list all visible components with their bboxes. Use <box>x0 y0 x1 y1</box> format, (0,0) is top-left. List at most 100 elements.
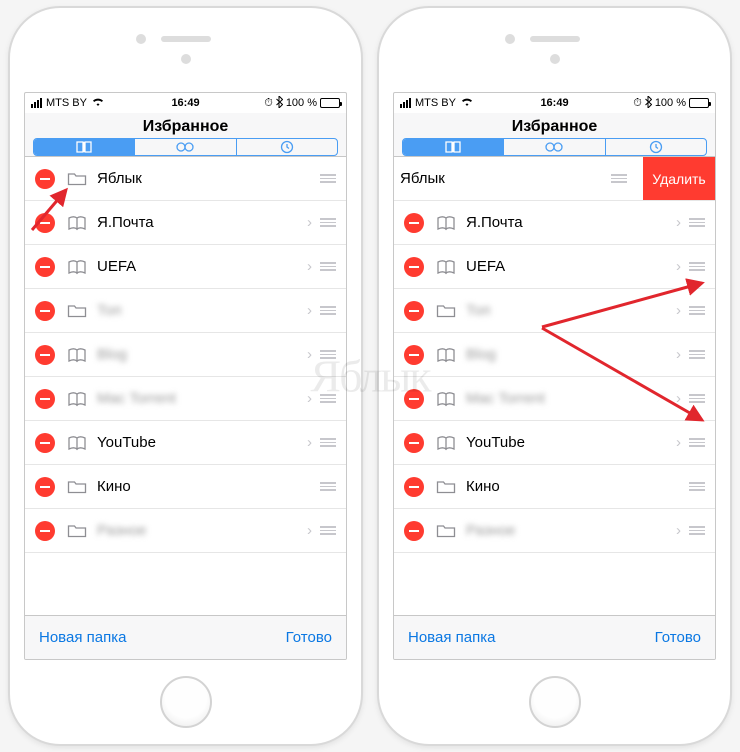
chevron-right-icon: › <box>307 302 312 319</box>
bookmark-row[interactable]: Кино <box>25 465 346 509</box>
reorder-grip-icon[interactable] <box>320 306 336 315</box>
new-folder-button[interactable]: Новая папка <box>408 629 495 646</box>
bookmark-row[interactable]: Топ› <box>394 289 715 333</box>
reorder-grip-icon[interactable] <box>689 394 705 403</box>
reorder-grip-icon[interactable] <box>689 438 705 447</box>
screen-right: MTS BY 16:49 ⏱ 100 % Избранное <box>393 92 716 660</box>
reorder-grip-icon[interactable] <box>320 526 336 535</box>
carrier-label: MTS BY <box>415 97 456 109</box>
new-folder-button[interactable]: Новая папка <box>39 629 126 646</box>
bookmark-row[interactable]: Я.Почта› <box>25 201 346 245</box>
battery-icon <box>689 98 709 108</box>
chevron-right-icon: › <box>307 214 312 231</box>
reorder-grip-icon[interactable] <box>320 174 336 183</box>
bookmark-row[interactable]: Blog› <box>394 333 715 377</box>
delete-toggle-icon[interactable] <box>35 345 55 365</box>
signal-icon <box>31 98 42 108</box>
delete-toggle-icon[interactable] <box>404 213 424 233</box>
reorder-grip-icon[interactable] <box>320 218 336 227</box>
phone-bezel-top <box>10 8 361 92</box>
nav-header: Избранное <box>394 113 715 157</box>
reorder-grip-icon[interactable] <box>689 350 705 359</box>
page-title: Избранное <box>143 118 229 136</box>
delete-toggle-icon[interactable] <box>404 389 424 409</box>
folder-icon <box>436 523 456 539</box>
delete-toggle-icon[interactable] <box>35 213 55 233</box>
battery-pct: 100 % <box>655 97 686 109</box>
bookmark-label: Топ <box>466 302 676 319</box>
bookmark-label: Яблык <box>97 170 320 187</box>
bookmark-row[interactable]: Blog› <box>25 333 346 377</box>
delete-toggle-icon[interactable] <box>35 521 55 541</box>
bookmark-row[interactable]: Яблык <box>25 157 346 201</box>
done-button[interactable]: Готово <box>286 629 332 646</box>
delete-toggle-icon[interactable] <box>35 433 55 453</box>
reorder-grip-icon[interactable] <box>689 526 705 535</box>
delete-toggle-icon[interactable] <box>35 257 55 277</box>
reorder-grip-icon[interactable] <box>689 306 705 315</box>
bookmark-list-left: ЯблыкЯ.Почта›UEFA›Топ›Blog›Mac Torrent›Y… <box>25 157 346 615</box>
alarm-icon: ⏱ <box>633 97 642 110</box>
bookmark-row[interactable]: Mac Torrent› <box>25 377 346 421</box>
reorder-grip-icon[interactable] <box>320 438 336 447</box>
delete-toggle-icon[interactable] <box>404 433 424 453</box>
home-button[interactable] <box>160 676 212 728</box>
tab-bookmarks[interactable] <box>34 139 135 155</box>
bookmark-row[interactable]: UEFA› <box>394 245 715 289</box>
tabs <box>33 138 338 156</box>
reorder-grip-icon[interactable] <box>320 262 336 271</box>
delete-toggle-icon[interactable] <box>35 389 55 409</box>
bookmark-label: Mac Torrent <box>466 390 676 407</box>
reorder-grip-icon[interactable] <box>689 262 705 271</box>
phone-bezel-top <box>379 8 730 92</box>
tab-history[interactable] <box>237 139 337 155</box>
bookmark-row[interactable]: Разное› <box>394 509 715 553</box>
bookmark-icon <box>436 259 456 275</box>
chevron-right-icon: › <box>307 258 312 275</box>
nav-header: Избранное <box>25 113 346 157</box>
bookmark-label: Я.Почта <box>466 214 676 231</box>
bookmark-row[interactable]: Разное› <box>25 509 346 553</box>
bookmark-row[interactable]: YouTube› <box>25 421 346 465</box>
delete-toggle-icon[interactable] <box>404 345 424 365</box>
wifi-icon <box>91 97 105 110</box>
home-button[interactable] <box>529 676 581 728</box>
delete-toggle-icon[interactable] <box>35 477 55 497</box>
bookmark-row[interactable]: Я.Почта› <box>394 201 715 245</box>
delete-button[interactable]: Удалить <box>643 157 715 200</box>
bookmark-list-right: ЯблыкУдалитьЯ.Почта›UEFA›Топ›Blog›Mac To… <box>394 157 715 615</box>
bookmark-icon <box>436 347 456 363</box>
chevron-right-icon: › <box>676 258 681 275</box>
tab-reading-list[interactable] <box>504 139 605 155</box>
tabs <box>402 138 707 156</box>
reorder-grip-icon[interactable] <box>689 482 705 491</box>
delete-toggle-icon[interactable] <box>35 169 55 189</box>
bluetooth-icon <box>645 96 652 111</box>
bookmark-row[interactable]: Топ› <box>25 289 346 333</box>
chevron-right-icon: › <box>307 522 312 539</box>
reorder-grip-icon[interactable] <box>320 482 336 491</box>
done-button[interactable]: Готово <box>655 629 701 646</box>
tab-reading-list[interactable] <box>135 139 236 155</box>
alarm-icon: ⏱ <box>264 97 273 110</box>
bookmark-row[interactable]: Кино <box>394 465 715 509</box>
delete-toggle-icon[interactable] <box>35 301 55 321</box>
tab-history[interactable] <box>606 139 706 155</box>
bookmark-label: Blog <box>466 346 676 363</box>
delete-toggle-icon[interactable] <box>404 257 424 277</box>
reorder-grip-icon[interactable] <box>611 174 627 183</box>
bookmark-label: YouTube <box>466 434 676 451</box>
bookmark-row[interactable]: UEFA› <box>25 245 346 289</box>
bookmark-label: Я.Почта <box>97 214 307 231</box>
delete-toggle-icon[interactable] <box>404 301 424 321</box>
signal-icon <box>400 98 411 108</box>
delete-toggle-icon[interactable] <box>404 477 424 497</box>
reorder-grip-icon[interactable] <box>320 394 336 403</box>
bookmark-row[interactable]: Mac Torrent› <box>394 377 715 421</box>
tab-bookmarks[interactable] <box>403 139 504 155</box>
bookmark-row[interactable]: ЯблыкУдалить <box>394 157 715 201</box>
delete-toggle-icon[interactable] <box>404 521 424 541</box>
bookmark-row[interactable]: YouTube› <box>394 421 715 465</box>
reorder-grip-icon[interactable] <box>320 350 336 359</box>
reorder-grip-icon[interactable] <box>689 218 705 227</box>
